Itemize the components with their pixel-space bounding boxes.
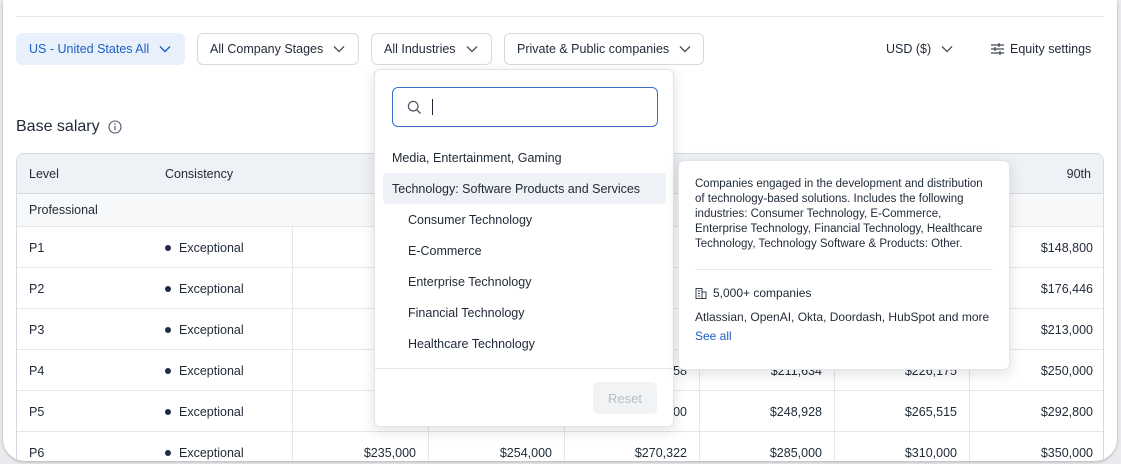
- industry-option[interactable]: Enterprise Technology: [383, 266, 666, 297]
- level-cell: P4: [29, 363, 45, 378]
- group-label: Professional: [29, 203, 98, 217]
- info-icon[interactable]: [108, 120, 122, 134]
- status-dot-icon: [165, 449, 171, 456]
- industry-option[interactable]: Healthcare Technology: [383, 328, 666, 359]
- section-title: Base salary: [16, 118, 122, 136]
- status-dot-icon: [165, 285, 171, 292]
- equity-settings-label: Equity settings: [1010, 42, 1092, 56]
- chevron-down-icon: [466, 45, 478, 53]
- equity-settings-button[interactable]: Equity settings: [991, 33, 1091, 65]
- consistency-cell: Exceptional: [165, 268, 244, 309]
- search-icon: [407, 100, 422, 115]
- consistency-label: Exceptional: [179, 404, 244, 419]
- company-stages-filter[interactable]: All Company Stages: [197, 33, 359, 65]
- sliders-icon: [991, 43, 1004, 55]
- industry-option[interactable]: Media, Entertainment, Gaming: [383, 142, 666, 173]
- header-90th[interactable]: 90th: [1067, 154, 1091, 194]
- consistency-cell: Exceptional: [165, 391, 244, 432]
- company-stages-label: All Company Stages: [210, 42, 324, 56]
- salary-cell: $285,000: [699, 432, 834, 461]
- consistency-cell: Exceptional: [165, 309, 244, 350]
- salary-cell: $270,322: [564, 432, 699, 461]
- salary-cell: $248,928: [699, 391, 834, 432]
- industries-label: All Industries: [384, 42, 456, 56]
- salary-cell: $350,000: [969, 432, 1103, 461]
- status-dot-icon: [165, 367, 171, 374]
- currency-select[interactable]: USD ($): [886, 33, 953, 65]
- level-cell: P6: [29, 445, 45, 460]
- consistency-label: Exceptional: [179, 445, 244, 460]
- search-input[interactable]: [392, 87, 658, 127]
- salary-cell: $265,515: [834, 391, 969, 432]
- industries-dropdown: Media, Entertainment, Gaming Technology: …: [374, 69, 674, 427]
- chevron-down-icon: [679, 45, 691, 53]
- consistency-cell: Exceptional: [165, 350, 244, 391]
- tooltip-description: Companies engaged in the development and…: [695, 178, 983, 250]
- header-consistency[interactable]: Consistency: [165, 154, 233, 194]
- company-count: 5,000+ companies: [695, 286, 993, 300]
- consistency-cell: Exceptional: [165, 432, 244, 461]
- chevron-down-icon: [159, 45, 171, 53]
- status-dot-icon: [165, 408, 171, 415]
- status-dot-icon: [165, 326, 171, 333]
- consistency-label: Exceptional: [179, 240, 244, 255]
- level-cell: P3: [29, 322, 45, 337]
- country-filter[interactable]: US - United States All: [16, 33, 185, 65]
- building-icon: [695, 287, 707, 299]
- industry-tooltip: Companies engaged in the development and…: [678, 160, 1010, 370]
- industries-filter[interactable]: All Industries: [371, 33, 492, 65]
- currency-label: USD ($): [886, 42, 932, 56]
- section-title-text: Base salary: [16, 118, 100, 135]
- industry-option[interactable]: E-Commerce: [383, 235, 666, 266]
- example-companies: Atlassian, OpenAI, Okta, Doordash, HubSp…: [695, 310, 990, 324]
- chevron-down-icon: [941, 45, 953, 53]
- salary-cell: $292,800: [969, 391, 1103, 432]
- divider: [695, 269, 993, 270]
- industry-option[interactable]: Technology: Software Products and Servic…: [383, 173, 666, 204]
- reset-button[interactable]: Reset: [593, 382, 657, 414]
- header-level[interactable]: Level: [29, 154, 59, 194]
- divider: [16, 16, 1104, 17]
- salary-cell: $254,000: [428, 432, 564, 461]
- company-type-filter[interactable]: Private & Public companies: [504, 33, 704, 65]
- level-cell: P5: [29, 404, 45, 419]
- status-dot-icon: [165, 244, 171, 251]
- industry-option[interactable]: Consumer Technology: [383, 204, 666, 235]
- country-filter-label: US - United States All: [29, 42, 150, 56]
- level-cell: P2: [29, 281, 45, 296]
- table-row: P6 Exceptional $235,000 $254,000 $270,322 $28…: [17, 432, 1103, 461]
- see-all-link[interactable]: See all: [695, 329, 993, 343]
- text-caret: [432, 99, 433, 115]
- level-cell: P1: [29, 240, 45, 255]
- company-count-text: 5,000+ companies: [713, 286, 812, 300]
- company-type-label: Private & Public companies: [517, 42, 670, 56]
- consistency-label: Exceptional: [179, 363, 244, 378]
- salary-card: US - United States All All Company Stage…: [3, 0, 1117, 461]
- consistency-label: Exceptional: [179, 322, 244, 337]
- dropdown-footer: Reset: [375, 368, 673, 426]
- industry-option[interactable]: Financial Technology: [383, 297, 666, 328]
- consistency-cell: Exceptional: [165, 227, 244, 268]
- salary-cell: $235,000: [292, 432, 428, 461]
- salary-cell: $310,000: [834, 432, 969, 461]
- consistency-label: Exceptional: [179, 281, 244, 296]
- chevron-down-icon: [333, 45, 345, 53]
